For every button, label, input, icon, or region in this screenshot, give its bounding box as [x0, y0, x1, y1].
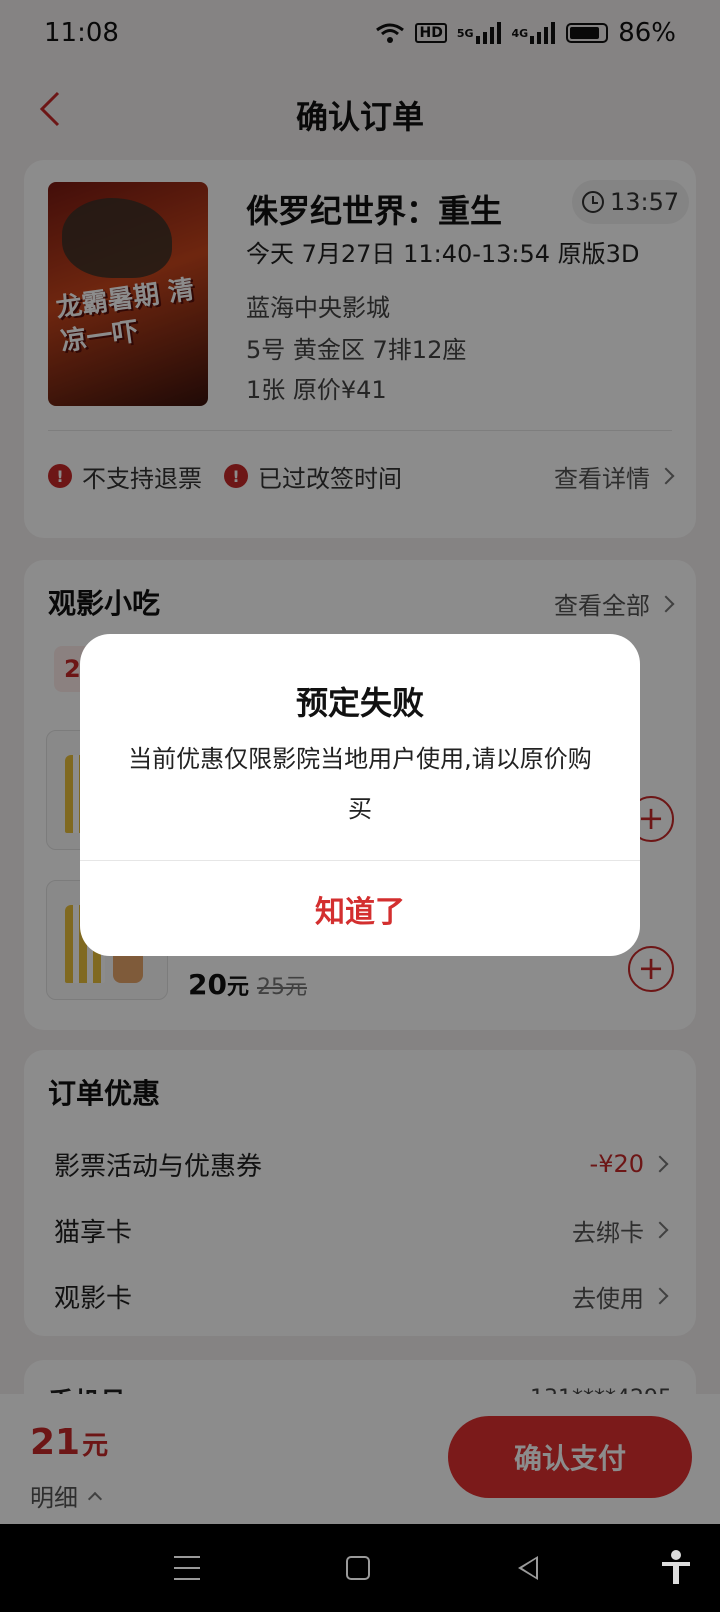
dialog-message: 当前优惠仅限影院当地用户使用,请以原价购买 [128, 745, 592, 823]
accessibility-leg [673, 1566, 679, 1584]
dialog-title: 预定失败 [295, 684, 424, 722]
accessibility-head [671, 1550, 681, 1560]
dialog-ok-button[interactable]: 知道了 [80, 861, 640, 956]
back-icon[interactable] [518, 1556, 538, 1580]
recent-apps-icon[interactable] [174, 1556, 200, 1580]
accessibility-icon[interactable] [662, 1550, 690, 1584]
system-nav-bar [0, 1524, 720, 1612]
home-icon[interactable] [346, 1556, 370, 1580]
booking-failed-dialog: 预定失败 当前优惠仅限影院当地用户使用,请以原价购买 知道了 [80, 634, 640, 956]
